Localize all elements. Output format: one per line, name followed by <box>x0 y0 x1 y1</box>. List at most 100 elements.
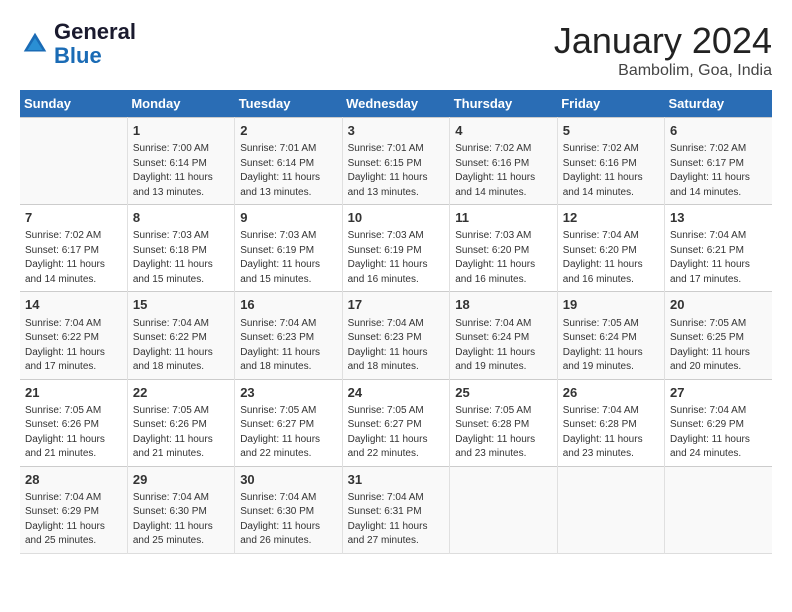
day-number: 31 <box>348 471 445 489</box>
calendar-cell: 11 Sunrise: 7:03 AM Sunset: 6:20 PM Dayli… <box>450 205 557 292</box>
day-number: 28 <box>25 471 122 489</box>
calendar-cell: 21 Sunrise: 7:05 AM Sunset: 6:26 PM Dayli… <box>20 379 127 466</box>
day-info: Sunrise: 7:03 AM Sunset: 6:18 PM Dayligh… <box>133 229 229 287</box>
weekday-header-friday: Friday <box>557 90 664 118</box>
day-number: 17 <box>348 296 445 314</box>
weekday-header-tuesday: Tuesday <box>235 90 342 118</box>
calendar-cell: 14 Sunrise: 7:04 AM Sunset: 6:22 PM Dayli… <box>20 292 127 379</box>
day-info: Sunrise: 7:04 AM Sunset: 6:31 PM Dayligh… <box>348 491 445 549</box>
calendar-table: SundayMondayTuesdayWednesdayThursdayFrid… <box>20 90 772 554</box>
day-info: Sunrise: 7:05 AM Sunset: 6:25 PM Dayligh… <box>670 317 767 375</box>
calendar-cell: 30 Sunrise: 7:04 AM Sunset: 6:30 PM Dayli… <box>235 466 342 553</box>
day-number: 19 <box>563 296 659 314</box>
day-number: 4 <box>455 122 551 140</box>
title-block: January 2024 Bambolim, Goa, India <box>554 20 772 80</box>
day-info: Sunrise: 7:04 AM Sunset: 6:22 PM Dayligh… <box>25 317 122 375</box>
day-number: 26 <box>563 384 659 402</box>
week-row-3: 14 Sunrise: 7:04 AM Sunset: 6:22 PM Dayli… <box>20 292 772 379</box>
day-number: 1 <box>133 122 229 140</box>
day-number: 5 <box>563 122 659 140</box>
day-info: Sunrise: 7:05 AM Sunset: 6:27 PM Dayligh… <box>240 404 336 462</box>
day-info: Sunrise: 7:04 AM Sunset: 6:30 PM Dayligh… <box>133 491 229 549</box>
day-number: 23 <box>240 384 336 402</box>
day-info: Sunrise: 7:04 AM Sunset: 6:23 PM Dayligh… <box>240 317 336 375</box>
weekday-header-wednesday: Wednesday <box>342 90 450 118</box>
header: General Blue January 2024 Bambolim, Goa,… <box>20 20 772 80</box>
day-info: Sunrise: 7:02 AM Sunset: 6:17 PM Dayligh… <box>25 229 122 287</box>
calendar-cell: 4Sunrise: 7:02 AM Sunset: 6:16 PM Daylig… <box>450 118 557 205</box>
day-number: 9 <box>240 209 336 227</box>
day-info: Sunrise: 7:04 AM Sunset: 6:22 PM Dayligh… <box>133 317 229 375</box>
calendar-cell: 25Sunrise: 7:05 AM Sunset: 6:28 PM Dayli… <box>450 379 557 466</box>
day-number: 14 <box>25 296 122 314</box>
calendar-cell: 28Sunrise: 7:04 AM Sunset: 6:29 PM Dayli… <box>20 466 127 553</box>
day-info: Sunrise: 7:04 AM Sunset: 6:29 PM Dayligh… <box>670 404 767 462</box>
logo-general: General <box>54 19 136 44</box>
calendar-cell: 2 Sunrise: 7:01 AM Sunset: 6:14 PM Daylig… <box>235 118 342 205</box>
day-info: Sunrise: 7:04 AM Sunset: 6:20 PM Dayligh… <box>563 229 659 287</box>
day-number: 21 <box>25 384 122 402</box>
day-info: Sunrise: 7:04 AM Sunset: 6:28 PM Dayligh… <box>563 404 659 462</box>
day-number: 11 <box>455 209 551 227</box>
calendar-cell: 23 Sunrise: 7:05 AM Sunset: 6:27 PM Dayli… <box>235 379 342 466</box>
week-row-4: 21 Sunrise: 7:05 AM Sunset: 6:26 PM Dayli… <box>20 379 772 466</box>
calendar-cell <box>557 466 664 553</box>
day-number: 3 <box>348 122 445 140</box>
calendar-cell: 9 Sunrise: 7:03 AM Sunset: 6:19 PM Daylig… <box>235 205 342 292</box>
calendar-cell: 10Sunrise: 7:03 AM Sunset: 6:19 PM Dayli… <box>342 205 450 292</box>
day-number: 15 <box>133 296 229 314</box>
day-number: 27 <box>670 384 767 402</box>
day-info: Sunrise: 7:04 AM Sunset: 6:23 PM Dayligh… <box>348 317 445 375</box>
calendar-cell <box>665 466 773 553</box>
day-number: 20 <box>670 296 767 314</box>
day-info: Sunrise: 7:04 AM Sunset: 6:30 PM Dayligh… <box>240 491 336 549</box>
week-row-5: 28Sunrise: 7:04 AM Sunset: 6:29 PM Dayli… <box>20 466 772 553</box>
day-number: 29 <box>133 471 229 489</box>
day-info: Sunrise: 7:05 AM Sunset: 6:26 PM Dayligh… <box>25 404 122 462</box>
calendar-cell: 17 Sunrise: 7:04 AM Sunset: 6:23 PM Dayli… <box>342 292 450 379</box>
weekday-header-sunday: Sunday <box>20 90 127 118</box>
calendar-cell: 8Sunrise: 7:03 AM Sunset: 6:18 PM Daylig… <box>127 205 234 292</box>
day-info: Sunrise: 7:03 AM Sunset: 6:19 PM Dayligh… <box>240 229 336 287</box>
calendar-cell: 7 Sunrise: 7:02 AM Sunset: 6:17 PM Daylig… <box>20 205 127 292</box>
day-info: Sunrise: 7:02 AM Sunset: 6:16 PM Dayligh… <box>563 142 659 200</box>
calendar-cell: 24Sunrise: 7:05 AM Sunset: 6:27 PM Dayli… <box>342 379 450 466</box>
location: Bambolim, Goa, India <box>554 62 772 80</box>
day-info: Sunrise: 7:05 AM Sunset: 6:27 PM Dayligh… <box>348 404 445 462</box>
day-info: Sunrise: 7:01 AM Sunset: 6:14 PM Dayligh… <box>240 142 336 200</box>
header-row: SundayMondayTuesdayWednesdayThursdayFrid… <box>20 90 772 118</box>
day-info: Sunrise: 7:04 AM Sunset: 6:21 PM Dayligh… <box>670 229 767 287</box>
calendar-cell: 27 Sunrise: 7:04 AM Sunset: 6:29 PM Dayli… <box>665 379 773 466</box>
day-number: 7 <box>25 209 122 227</box>
day-info: Sunrise: 7:03 AM Sunset: 6:20 PM Dayligh… <box>455 229 551 287</box>
day-number: 2 <box>240 122 336 140</box>
day-number: 10 <box>348 209 445 227</box>
calendar-cell: 13 Sunrise: 7:04 AM Sunset: 6:21 PM Dayli… <box>665 205 773 292</box>
week-row-2: 7 Sunrise: 7:02 AM Sunset: 6:17 PM Daylig… <box>20 205 772 292</box>
day-number: 22 <box>133 384 229 402</box>
day-number: 16 <box>240 296 336 314</box>
calendar-cell: 19 Sunrise: 7:05 AM Sunset: 6:24 PM Dayli… <box>557 292 664 379</box>
calendar-cell <box>450 466 557 553</box>
day-number: 6 <box>670 122 767 140</box>
day-info: Sunrise: 7:02 AM Sunset: 6:17 PM Dayligh… <box>670 142 767 200</box>
day-info: Sunrise: 7:01 AM Sunset: 6:15 PM Dayligh… <box>348 142 445 200</box>
day-info: Sunrise: 7:05 AM Sunset: 6:24 PM Dayligh… <box>563 317 659 375</box>
day-number: 25 <box>455 384 551 402</box>
calendar-cell: 26 Sunrise: 7:04 AM Sunset: 6:28 PM Dayli… <box>557 379 664 466</box>
calendar-cell: 31 Sunrise: 7:04 AM Sunset: 6:31 PM Dayli… <box>342 466 450 553</box>
weekday-header-thursday: Thursday <box>450 90 557 118</box>
calendar-cell: 12 Sunrise: 7:04 AM Sunset: 6:20 PM Dayli… <box>557 205 664 292</box>
logo-text: General Blue <box>54 20 136 68</box>
day-number: 18 <box>455 296 551 314</box>
calendar-cell: 6 Sunrise: 7:02 AM Sunset: 6:17 PM Daylig… <box>665 118 773 205</box>
month-title: January 2024 <box>554 20 772 62</box>
day-info: Sunrise: 7:05 AM Sunset: 6:26 PM Dayligh… <box>133 404 229 462</box>
weekday-header-saturday: Saturday <box>665 90 773 118</box>
day-info: Sunrise: 7:00 AM Sunset: 6:14 PM Dayligh… <box>133 142 229 200</box>
day-number: 13 <box>670 209 767 227</box>
calendar-cell: 29 Sunrise: 7:04 AM Sunset: 6:30 PM Dayli… <box>127 466 234 553</box>
logo: General Blue <box>20 20 136 68</box>
day-number: 30 <box>240 471 336 489</box>
day-number: 12 <box>563 209 659 227</box>
